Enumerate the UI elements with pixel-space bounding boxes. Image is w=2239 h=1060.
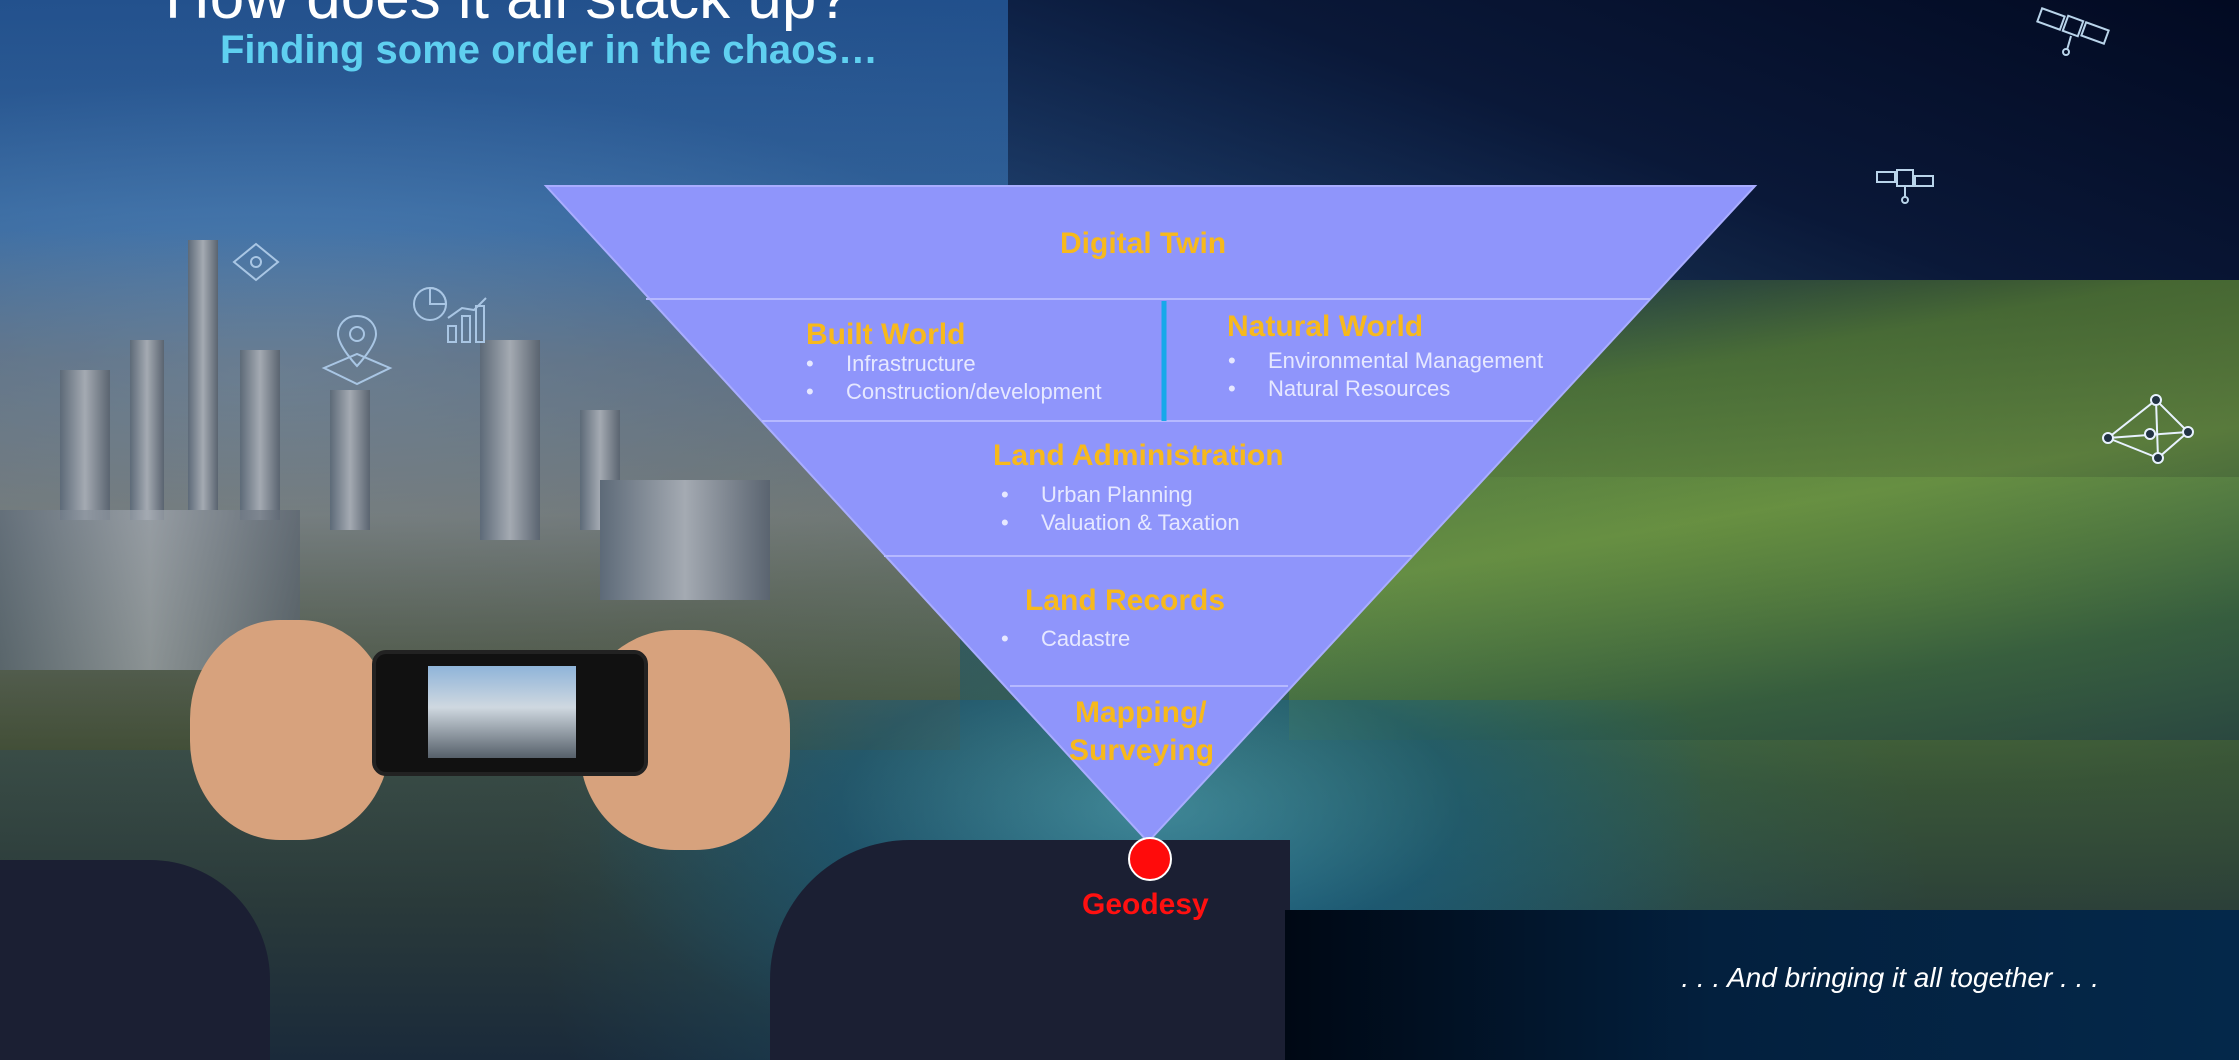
list-item: Valuation & Taxation — [1001, 509, 1240, 537]
land-records-list: Cadastre — [1001, 625, 1130, 653]
satellite-small-icon — [1876, 169, 1934, 204]
drone-icon — [232, 242, 280, 282]
natural-world-list: Environmental Management Natural Resourc… — [1228, 347, 1543, 403]
natural-world-heading: Natural World — [1227, 310, 1424, 343]
network-icon — [2102, 394, 2194, 464]
list-item: Cadastre — [1001, 625, 1130, 653]
built-world-heading: Built World — [806, 318, 966, 351]
mapping-heading-line1: Mapping/ — [1075, 696, 1207, 729]
land-records-heading: Land Records — [1025, 584, 1226, 617]
geodesy-label: Geodesy — [1082, 888, 1209, 921]
built-world-list: Infrastructure Construction/development — [806, 350, 1102, 406]
land-administration-heading: Land Administration — [993, 439, 1284, 472]
geodesy-dot — [1128, 837, 1172, 881]
digital-twin-label: Digital Twin — [1060, 227, 1227, 260]
location-pin-icon — [321, 314, 393, 386]
list-item: Infrastructure — [806, 350, 1102, 378]
list-item: Urban Planning — [1001, 481, 1240, 509]
mapping-heading-line2: Surveying — [1069, 734, 1215, 767]
land-administration-list: Urban Planning Valuation & Taxation — [1001, 481, 1240, 537]
list-item: Construction/development — [806, 378, 1102, 406]
list-item: Natural Resources — [1228, 375, 1543, 403]
banner-text: . . . And bringing it all together . . . — [1681, 962, 2099, 993]
bar-chart-icon — [447, 297, 487, 343]
satellite-icon — [2036, 7, 2110, 56]
list-item: Environmental Management — [1228, 347, 1543, 375]
footer-banner: . . . And bringing it all together . . . — [1285, 910, 2239, 1060]
